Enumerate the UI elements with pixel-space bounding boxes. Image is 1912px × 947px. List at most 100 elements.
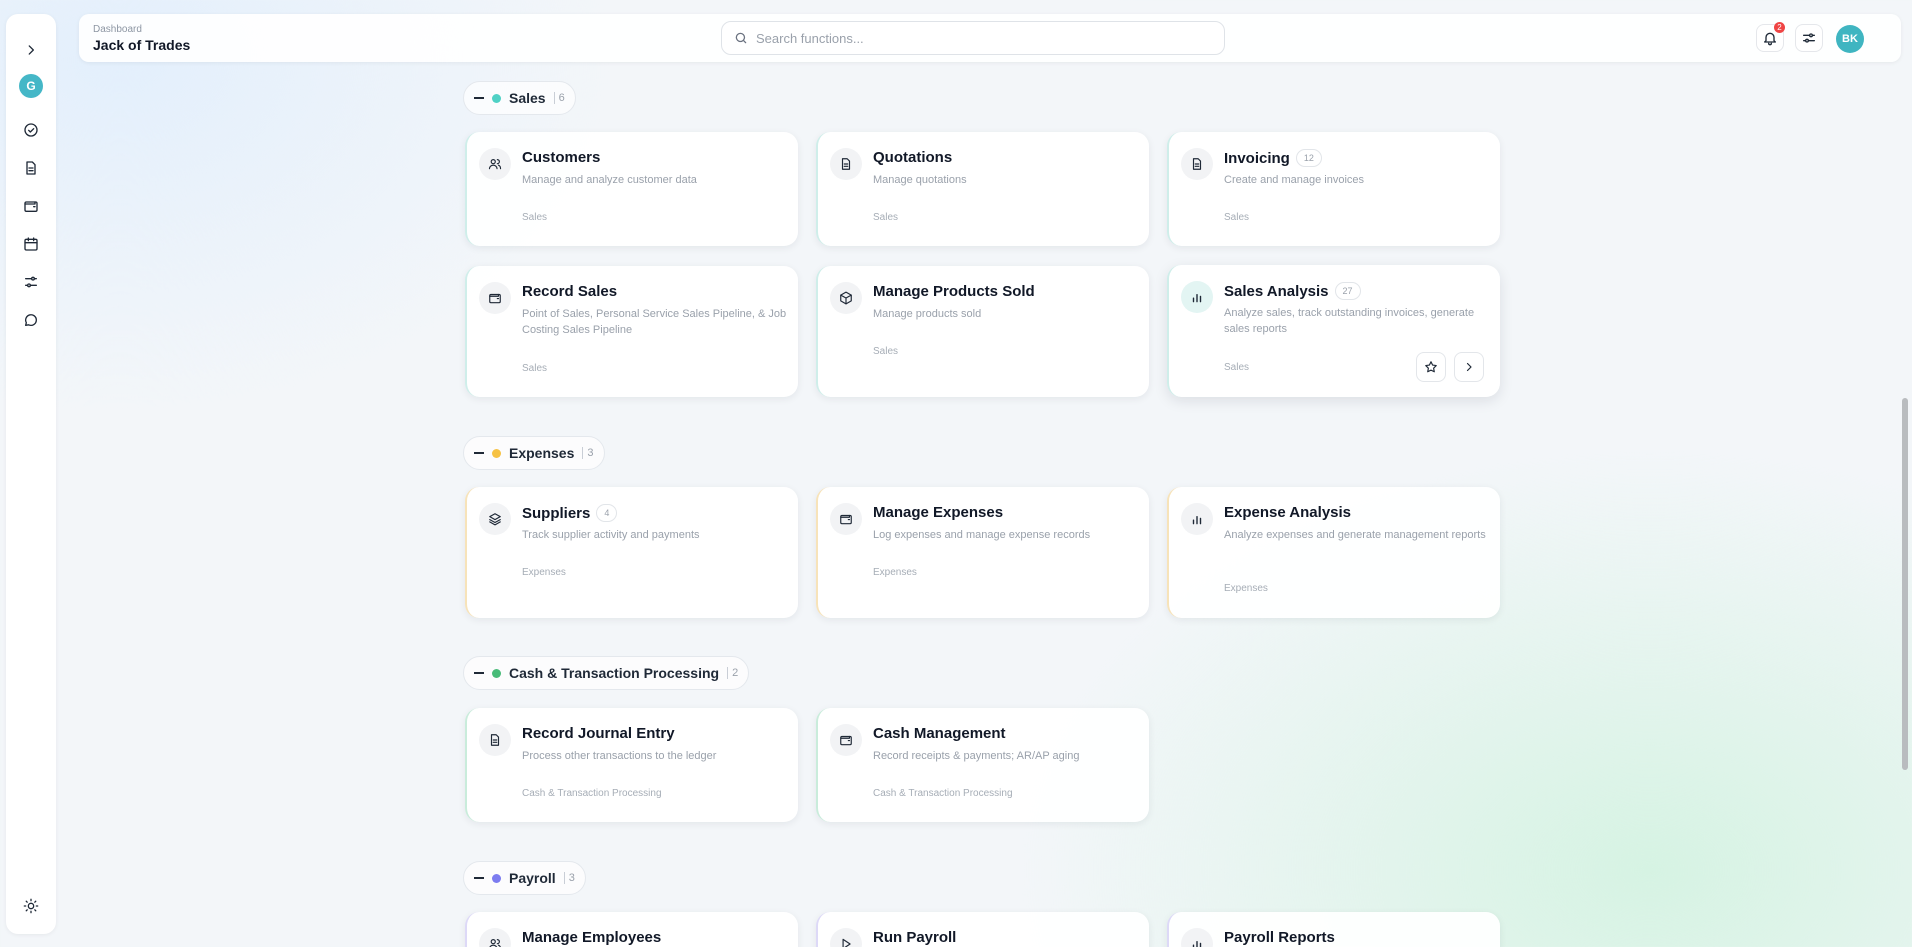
wallet-icon: [840, 514, 852, 525]
card-payroll-reports[interactable]: Payroll Reports: [1167, 912, 1500, 947]
card-customers[interactable]: Customers Manage and analyze customer da…: [465, 132, 798, 246]
wallet-icon: [24, 201, 38, 212]
card-title: Suppliers 4: [522, 504, 618, 522]
sidebar: G: [6, 14, 56, 934]
card-manage-expenses[interactable]: Manage Expenses Log expenses and manage …: [816, 487, 1149, 618]
sliders-icon: [25, 276, 37, 288]
status-dot: [492, 668, 501, 678]
card-title: Record Sales: [522, 283, 618, 300]
document-icon: [841, 158, 851, 170]
sidebar-item-settings[interactable]: [19, 270, 43, 294]
card-icon: [830, 724, 862, 756]
card-title: Expense Analysis: [1224, 504, 1352, 521]
card-icon: [479, 282, 511, 314]
theme-toggle-button[interactable]: [19, 894, 43, 918]
card-category: Cash & Transaction Processing: [522, 788, 662, 799]
section-title: Expenses: [509, 445, 575, 461]
sidebar-item-tasks[interactable]: [19, 118, 43, 142]
section-title: Cash & Transaction Processing: [509, 665, 720, 681]
card-record-sales[interactable]: Record Sales Point of Sales, Personal Se…: [465, 266, 798, 397]
card-title: Sales Analysis 27: [1224, 282, 1361, 300]
card-category: Sales: [522, 212, 548, 223]
section-count: 2: [727, 667, 738, 679]
collapse-icon[interactable]: [474, 672, 484, 674]
card-description: Manage products sold: [873, 308, 982, 320]
sidebar-item-documents[interactable]: [19, 156, 43, 180]
card-invoicing[interactable]: Invoicing 12 Create and manage invoices S…: [1167, 132, 1500, 246]
favorite-button[interactable]: [1416, 352, 1446, 382]
card-cash-management[interactable]: Cash Management Record receipts & paymen…: [816, 708, 1149, 822]
sidebar-item-calendar[interactable]: [19, 232, 43, 256]
users-icon: [489, 939, 501, 947]
star-icon: [1425, 361, 1437, 373]
card-title: Manage Products Sold: [873, 283, 1035, 300]
section-header-payroll[interactable]: Payroll 3: [463, 861, 586, 895]
card-manage-products-sold[interactable]: Manage Products Sold Manage products sol…: [816, 266, 1149, 397]
collapse-icon[interactable]: [474, 877, 484, 879]
count-badge: 27: [1334, 282, 1361, 300]
section-count: 3: [563, 872, 575, 884]
layers-icon: [489, 513, 501, 526]
card-manage-employees[interactable]: Manage Employees: [465, 912, 798, 947]
card-title: Cash Management: [873, 725, 1006, 742]
card-expense-analysis[interactable]: Expense Analysis Analyze expenses and ge…: [1167, 487, 1500, 618]
sidebar-item-messages[interactable]: [19, 308, 43, 332]
open-button[interactable]: [1454, 352, 1484, 382]
card-description: Manage and analyze customer data: [522, 174, 697, 186]
card-category: Sales: [522, 363, 548, 374]
preferences-button[interactable]: [1795, 24, 1823, 52]
user-avatar[interactable]: BK: [1836, 25, 1864, 53]
section-header-sales[interactable]: Sales 6: [463, 81, 576, 115]
card-category: Sales: [1224, 212, 1250, 223]
search-input[interactable]: [756, 30, 1196, 46]
bar-chart-icon: [1192, 515, 1202, 525]
card-description: Point of Sales, Personal Service Sales P…: [522, 308, 787, 336]
card-icon: [1181, 503, 1213, 535]
card-description: Analyze expenses and generate management…: [1224, 529, 1486, 541]
section-header-expenses[interactable]: Expenses 3: [463, 436, 605, 470]
card-record-journal-entry[interactable]: Record Journal Entry Process other trans…: [465, 708, 798, 822]
card-icon: [479, 148, 511, 180]
card-title: Record Journal Entry: [522, 725, 675, 742]
card-category: Expenses: [522, 567, 566, 578]
bell-icon: [1764, 32, 1776, 46]
sidebar-item-wallet[interactable]: [19, 194, 43, 218]
section-title: Payroll: [509, 870, 556, 886]
search-box[interactable]: [721, 21, 1225, 55]
card-icon: [1181, 281, 1213, 313]
expand-sidebar-button[interactable]: [19, 38, 43, 62]
card-title: Manage Employees: [522, 929, 662, 946]
collapse-icon[interactable]: [474, 452, 484, 454]
sliders-icon: [1803, 33, 1815, 43]
card-icon: [479, 928, 511, 947]
card-description: Process other transactions to the ledger: [522, 750, 717, 762]
breadcrumb[interactable]: Dashboard: [93, 24, 142, 35]
card-title: Manage Expenses: [873, 504, 1004, 521]
card-description: Log expenses and manage expense records: [873, 529, 1091, 541]
card-icon: [830, 928, 862, 947]
card-description: Record receipts & payments; AR/AP aging: [873, 750, 1080, 762]
card-quotations[interactable]: Quotations Manage quotations Sales: [816, 132, 1149, 246]
card-title: Run Payroll: [873, 929, 957, 946]
count-badge: 12: [1295, 149, 1322, 167]
section-header-cash-transaction[interactable]: Cash & Transaction Processing 2: [463, 656, 750, 690]
collapse-icon[interactable]: [474, 97, 484, 99]
card-icon: [479, 724, 511, 756]
page-scrollbar[interactable]: [1902, 398, 1908, 770]
card-suppliers[interactable]: Suppliers 4 Track supplier activity and p…: [465, 487, 798, 618]
notification-badge: 2: [1774, 22, 1785, 33]
status-dot: [492, 93, 501, 103]
chat-icon: [25, 314, 37, 326]
bar-chart-icon: [1192, 940, 1202, 947]
card-icon: [479, 503, 511, 535]
card-title: Invoicing 12: [1224, 149, 1322, 167]
card-run-payroll[interactable]: Run Payroll: [816, 912, 1149, 947]
workspace-avatar[interactable]: G: [19, 74, 43, 98]
count-badge: 4: [596, 504, 618, 522]
card-sales-analysis[interactable]: Sales Analysis 27 Analyze sales, track ou…: [1167, 265, 1500, 397]
card-category: Sales: [873, 212, 899, 223]
notifications-button[interactable]: 2: [1756, 22, 1785, 52]
invoice-icon: [1192, 158, 1202, 170]
chevron-right-icon: [28, 45, 34, 55]
card-description: Analyze sales, track outstanding invoice…: [1224, 307, 1475, 335]
